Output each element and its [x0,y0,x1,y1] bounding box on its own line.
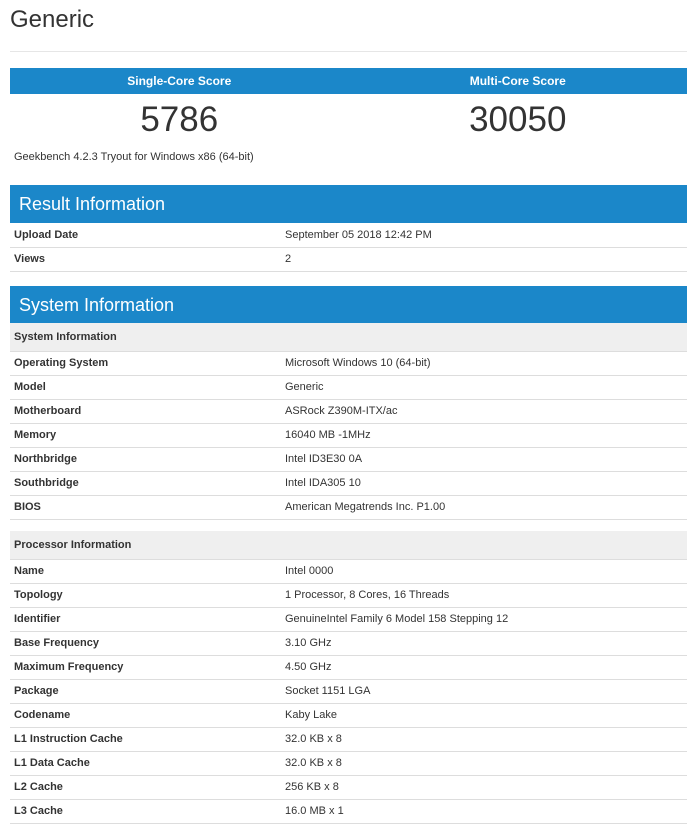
result-information-table: Upload Date September 05 2018 12:42 PM V… [10,223,687,272]
subheader-label: Processor Information [10,531,687,560]
row-key: Name [10,559,281,584]
table-row: Southbridge Intel IDA305 10 [10,471,687,496]
row-key: Codename [10,703,281,728]
table-row: Motherboard ASRock Z390M-ITX/ac [10,399,687,424]
row-key: Memory [10,423,281,448]
row-key: Identifier [10,607,281,632]
multi-core-score-value: 30050 [469,100,567,139]
table-row: Maximum Frequency 4.50 GHz [10,655,687,680]
table-row: Operating System Microsoft Windows 10 (64… [10,351,687,376]
result-information-header: Result Information [10,185,687,223]
row-key: Package [10,679,281,704]
table-row: Name Intel 0000 [10,559,687,584]
table-row: Upload Date September 05 2018 12:42 PM [10,223,687,248]
row-value: 16040 MB -1MHz [281,423,687,448]
table-row: L3 Cache 16.0 MB x 1 [10,799,687,824]
row-key: Maximum Frequency [10,655,281,680]
row-value: GenuineIntel Family 6 Model 158 Stepping… [281,607,687,632]
row-key: Upload Date [10,223,281,248]
title-divider [10,51,687,52]
score-header-bar: Single-Core Score Multi-Core Score [10,68,687,94]
score-values: 5786 30050 [10,96,687,144]
benchmark-version: Geekbench 4.2.3 Tryout for Windows x86 (… [14,151,254,163]
system-information-header: System Information [10,286,687,324]
row-key: Northbridge [10,447,281,472]
table-row: BIOS American Megatrends Inc. P1.00 [10,495,687,520]
row-value: Intel 0000 [281,559,687,584]
row-key: L1 Instruction Cache [10,727,281,752]
row-key: L1 Data Cache [10,751,281,776]
row-key: Views [10,247,281,272]
row-value: American Megatrends Inc. P1.00 [281,495,687,520]
page-title: Generic [10,6,95,33]
row-value: Generic [281,375,687,400]
row-value: 32.0 KB x 8 [281,727,687,752]
table-row: Base Frequency 3.10 GHz [10,631,687,656]
row-key: L2 Cache [10,775,281,800]
table-spacer [10,519,687,531]
row-value: Socket 1151 LGA [281,679,687,704]
row-key: L3 Cache [10,799,281,824]
processor-subheader: Processor Information [10,531,687,560]
table-row: Views 2 [10,247,687,272]
row-value: 16.0 MB x 1 [281,799,687,824]
single-core-score-value: 5786 [140,100,219,139]
table-row: Package Socket 1151 LGA [10,679,687,704]
table-row: Memory 16040 MB -1MHz [10,423,687,448]
row-value: Kaby Lake [281,703,687,728]
table-row: Model Generic [10,375,687,400]
row-value: 3.10 GHz [281,631,687,656]
table-row: L1 Instruction Cache 32.0 KB x 8 [10,727,687,752]
row-value: 4.50 GHz [281,655,687,680]
subheader-label: System Information [10,323,687,352]
row-key: Model [10,375,281,400]
table-row: L1 Data Cache 32.0 KB x 8 [10,751,687,776]
table-row: Identifier GenuineIntel Family 6 Model 15… [10,607,687,632]
row-key: Southbridge [10,471,281,496]
single-core-score-label: Single-Core Score [127,74,232,88]
row-value: ASRock Z390M-ITX/ac [281,399,687,424]
row-key: Base Frequency [10,631,281,656]
multi-core-score-label: Multi-Core Score [469,74,566,88]
table-row: Codename Kaby Lake [10,703,687,728]
row-value: 32.0 KB x 8 [281,751,687,776]
table-row: L2 Cache 256 KB x 8 [10,775,687,800]
row-value: 256 KB x 8 [281,775,687,800]
row-key: Topology [10,583,281,608]
row-key: Motherboard [10,399,281,424]
system-subheader: System Information [10,323,687,352]
row-value: 2 [281,247,687,272]
table-row: Topology 1 Processor, 8 Cores, 16 Threads [10,583,687,608]
table-row: Northbridge Intel ID3E30 0A [10,447,687,472]
system-information-table: System Information Operating System Micro… [10,323,687,824]
row-key: Operating System [10,351,281,376]
row-value: Intel ID3E30 0A [281,447,687,472]
row-value: Microsoft Windows 10 (64-bit) [281,351,687,376]
row-key: BIOS [10,495,281,520]
row-value: 1 Processor, 8 Cores, 16 Threads [281,583,687,608]
row-value: September 05 2018 12:42 PM [281,223,687,248]
spacer-cell [10,519,687,531]
row-value: Intel IDA305 10 [281,471,687,496]
